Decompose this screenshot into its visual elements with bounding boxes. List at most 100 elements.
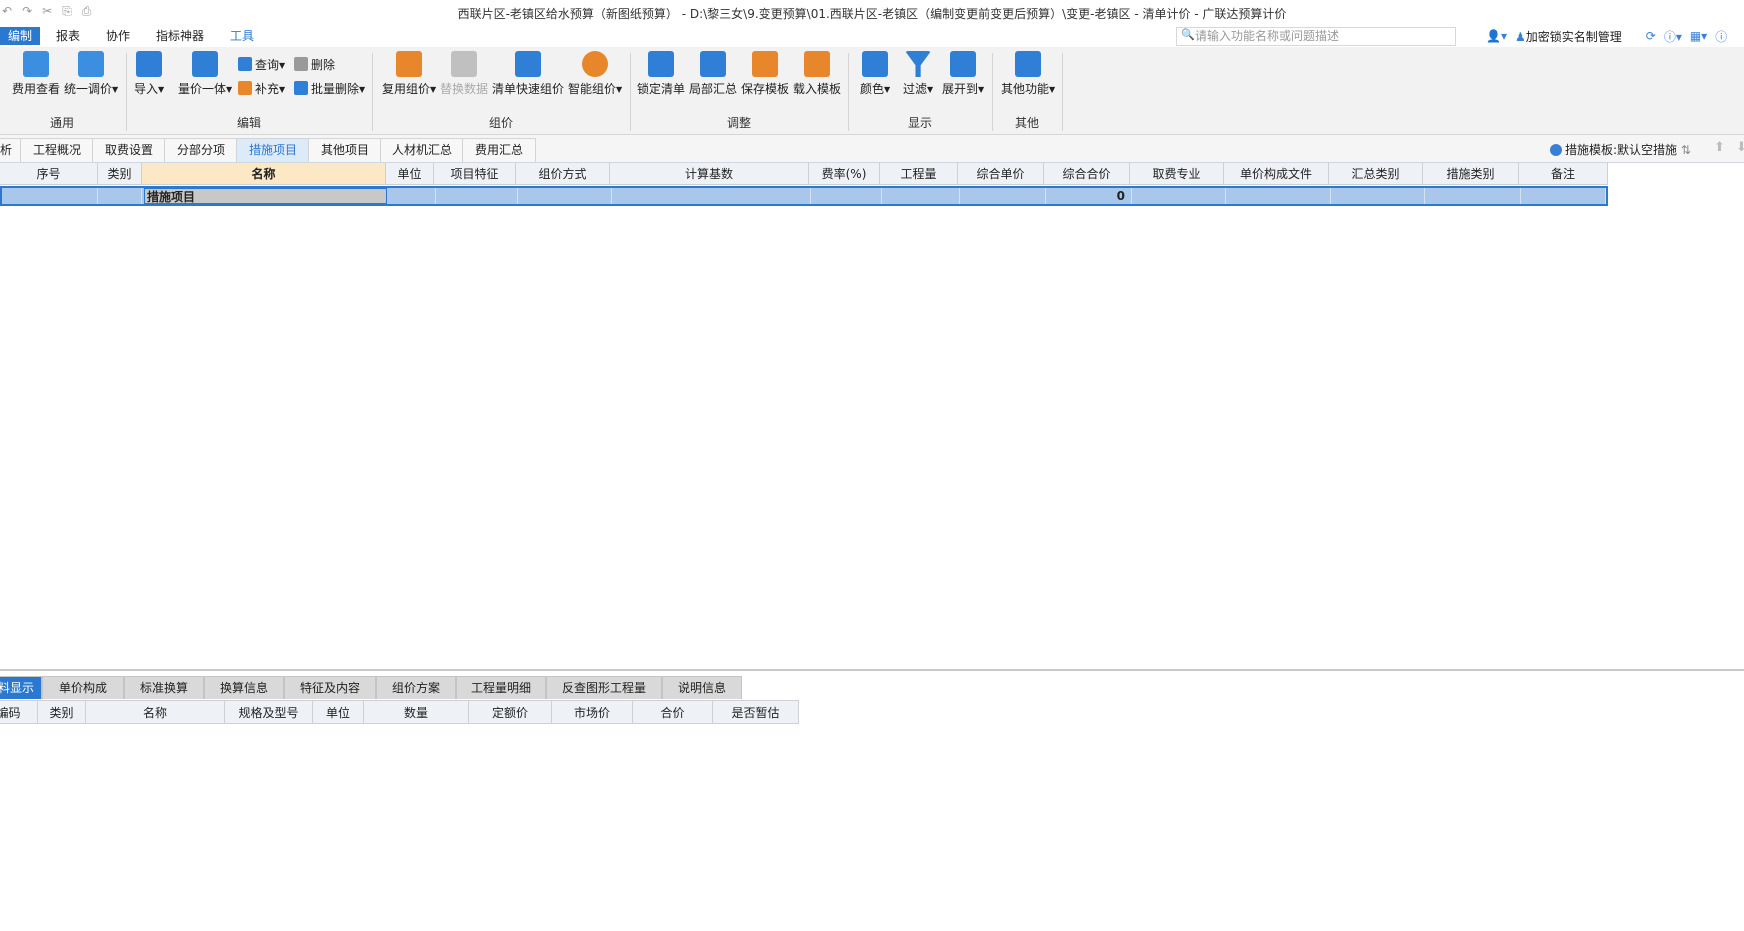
tab-price-composition[interactable]: 单价构成 <box>42 676 124 699</box>
col-header-quantity[interactable]: 工程量 <box>880 163 958 185</box>
reuse-pricing-button[interactable]: 复用组价▼ <box>382 51 436 97</box>
col-header-type[interactable]: 类别 <box>38 700 86 724</box>
col-header-remark[interactable]: 备注 <box>1519 163 1608 185</box>
tab-fee-summary[interactable]: 费用汇总 <box>462 138 536 162</box>
menu-edit[interactable]: 编制 <box>0 27 41 45</box>
cell-rate[interactable] <box>811 188 882 204</box>
col-header-summary-category[interactable]: 汇总类别 <box>1329 163 1423 185</box>
help-icon[interactable]: ⓘ▾ <box>1664 28 1682 45</box>
tab-description[interactable]: 说明信息 <box>662 676 742 699</box>
cell-total-price[interactable]: 0 <box>1046 188 1132 204</box>
col-header-measure-category[interactable]: 措施类别 <box>1423 163 1519 185</box>
tab-standard-conversion[interactable]: 标准换算 <box>124 676 204 699</box>
col-header-material-unit[interactable]: 单位 <box>313 700 364 724</box>
tab-labor-material[interactable]: 人材机汇总 <box>380 138 464 162</box>
tab-quantity-detail[interactable]: 工程量明细 <box>456 676 546 699</box>
right-tools: 👤▾ ♟加密锁实名制管理 ⟳ ⓘ▾ ▦▾ ⓘ <box>1486 27 1727 45</box>
expand-to-button[interactable]: 展开到▼ <box>942 51 984 97</box>
tab-measures[interactable]: 措施项目 <box>236 138 310 162</box>
smart-pricing-button[interactable]: 智能组价▼ <box>568 51 622 97</box>
cell-fee-specialty[interactable] <box>1132 188 1226 204</box>
col-header-spec[interactable]: 规格及型号 <box>225 700 313 724</box>
panel-splitter[interactable] <box>0 669 1744 671</box>
cell-pricing-method[interactable] <box>518 188 612 204</box>
save-template-button[interactable]: 保存模板 <box>741 51 789 97</box>
col-header-feature[interactable]: 项目特征 <box>434 163 516 185</box>
delete-button[interactable]: 删除 <box>294 56 335 73</box>
table-row[interactable]: 措施项目 0 <box>0 186 1608 206</box>
cell-unit[interactable] <box>388 188 436 204</box>
cell-summary-category[interactable] <box>1331 188 1425 204</box>
col-header-material-name[interactable]: 名称 <box>86 700 225 724</box>
tab-sub-items[interactable]: 分部分项 <box>164 138 238 162</box>
menu-collab[interactable]: 协作 <box>106 27 130 45</box>
col-header-sum[interactable]: 合价 <box>633 700 713 724</box>
batch-delete-button[interactable]: 批量删除▼ <box>294 80 365 97</box>
lock-list-button[interactable]: 锁定清单 <box>637 51 685 97</box>
col-header-unit-price[interactable]: 综合单价 <box>958 163 1044 185</box>
tab-conversion-info[interactable]: 换算信息 <box>204 676 284 699</box>
qty-price-button[interactable]: 量价一体▼ <box>178 51 232 97</box>
tab-pricing-scheme[interactable]: 组价方案 <box>376 676 456 699</box>
supplement-button[interactable]: 补充▼ <box>238 80 285 97</box>
partial-summary-button[interactable]: 局部汇总 <box>689 51 737 97</box>
col-header-name[interactable]: 名称 <box>142 163 386 185</box>
cell-feature[interactable] <box>436 188 518 204</box>
cell-name[interactable]: 措施项目 <box>144 188 387 204</box>
tab-project-overview[interactable]: 工程概况 <box>20 138 94 162</box>
col-header-code[interactable]: 编码 <box>0 700 38 724</box>
apps-icon[interactable]: ▦▾ <box>1690 29 1707 43</box>
tab-fee-settings[interactable]: 取费设置 <box>92 138 166 162</box>
menu-index-tool[interactable]: 指标神器 <box>156 27 204 45</box>
user-icon[interactable]: 👤▾ <box>1486 29 1507 43</box>
col-header-quota-price[interactable]: 定额价 <box>469 700 552 724</box>
fee-view-button[interactable]: 费用查看 <box>12 51 60 97</box>
col-header-total-price[interactable]: 综合合价 <box>1044 163 1130 185</box>
tab-features-content[interactable]: 特征及内容 <box>284 676 376 699</box>
cell-unit-price[interactable] <box>960 188 1046 204</box>
col-header-pricing-method[interactable]: 组价方式 <box>516 163 610 185</box>
measure-template-selector[interactable]: 措施模板:默认空措施 ⇅ <box>1550 141 1691 158</box>
col-header-category[interactable]: 类别 <box>98 163 142 185</box>
move-up-icon[interactable]: ⬆ <box>1714 140 1725 155</box>
col-header-fee-specialty[interactable]: 取费专业 <box>1130 163 1224 185</box>
quick-pricing-button[interactable]: 清单快速组价 <box>492 51 564 97</box>
replace-data-button[interactable]: 替换数据 <box>440 51 488 97</box>
refresh-icon[interactable]: ⟳ <box>1646 29 1656 43</box>
other-functions-button[interactable]: 其他功能▼ <box>1001 51 1055 97</box>
tab-material-display[interactable]: 料显示 <box>0 676 42 699</box>
col-header-unit[interactable]: 单位 <box>386 163 434 185</box>
col-header-amount[interactable]: 数量 <box>364 700 469 724</box>
cell-category[interactable] <box>98 188 142 204</box>
col-header-seq[interactable]: 序号 <box>0 163 98 185</box>
col-header-calc-base[interactable]: 计算基数 <box>610 163 809 185</box>
query-button[interactable]: 查询▼ <box>238 56 285 73</box>
search-input[interactable] <box>1195 28 1450 44</box>
load-template-button[interactable]: 载入模板 <box>793 51 841 97</box>
info-icon[interactable]: ⓘ <box>1715 28 1727 45</box>
cell-price-file[interactable] <box>1226 188 1331 204</box>
cell-seq[interactable] <box>2 188 98 204</box>
cell-measure-category[interactable] <box>1425 188 1521 204</box>
menu-tools[interactable]: 工具 <box>230 27 254 45</box>
ribbon-separator <box>848 53 849 131</box>
menu-report[interactable]: 报表 <box>56 27 80 45</box>
lock-manager-link[interactable]: ♟加密锁实名制管理 <box>1515 28 1622 45</box>
cell-quantity[interactable] <box>882 188 960 204</box>
col-header-price-file[interactable]: 单价构成文件 <box>1224 163 1329 185</box>
tab-reverse-lookup[interactable]: 反查图形工程量 <box>546 676 662 699</box>
cell-remark[interactable] <box>1521 188 1606 204</box>
filter-button[interactable]: 过滤▼ <box>903 51 933 97</box>
tab-other-items[interactable]: 其他项目 <box>308 138 382 162</box>
trash-icon <box>294 57 308 71</box>
color-button[interactable]: 颜色▼ <box>860 51 890 97</box>
col-header-rate[interactable]: 费率(%) <box>809 163 880 185</box>
unify-price-button[interactable]: 统一调价▼ <box>64 51 118 97</box>
cell-calc-base[interactable] <box>612 188 811 204</box>
tab-analysis[interactable]: 析 <box>0 138 22 162</box>
col-header-provisional[interactable]: 是否暂估 <box>713 700 799 724</box>
move-down-icon[interactable]: ⬇ <box>1736 140 1744 155</box>
search-icon: 🔍 <box>1181 28 1195 41</box>
col-header-market-price[interactable]: 市场价 <box>552 700 633 724</box>
import-button[interactable]: 导入▼ <box>134 51 164 97</box>
